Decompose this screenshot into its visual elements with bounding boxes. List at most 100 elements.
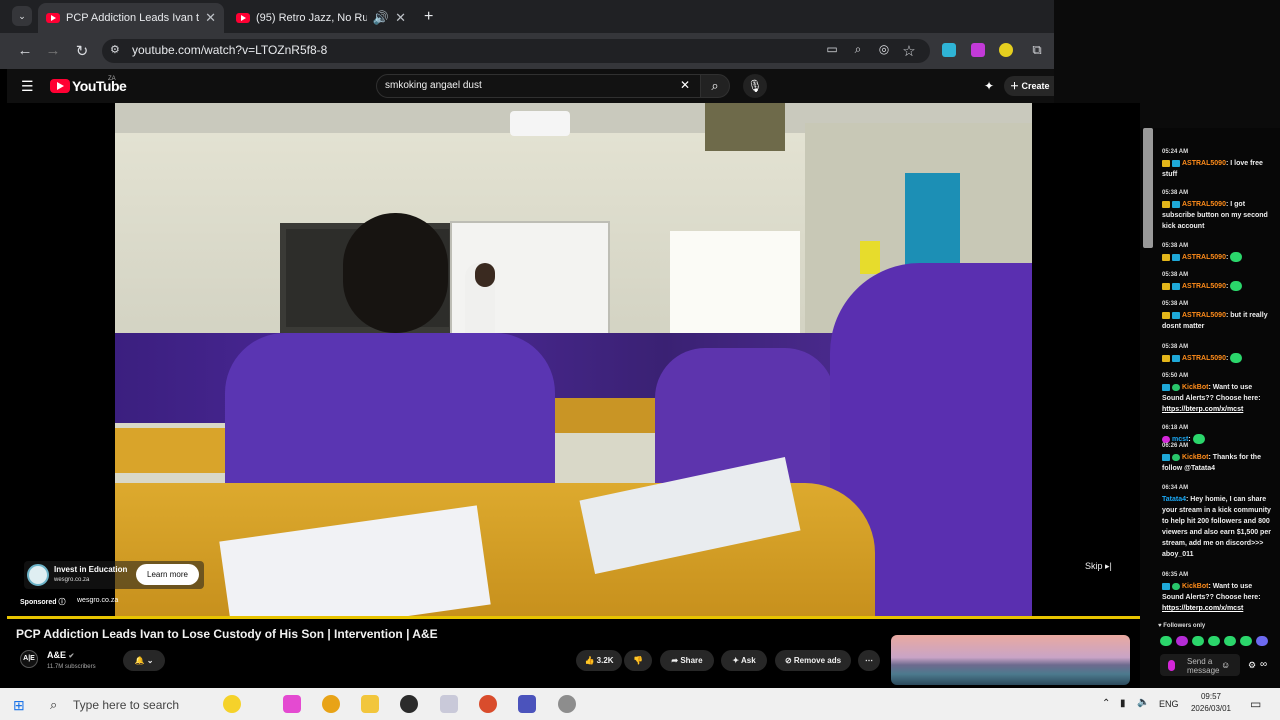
obs-icon[interactable] <box>400 695 418 713</box>
dislike-button[interactable]: 👎 <box>624 650 652 671</box>
chat-username[interactable]: Tatata4 <box>1162 496 1186 503</box>
reload-icon[interactable]: ↻ <box>73 42 91 60</box>
chat-username[interactable]: ASTRAL5090 <box>1182 312 1226 319</box>
back-arrow-icon[interactable]: ← <box>16 42 34 59</box>
input-language[interactable]: ENG <box>1159 699 1179 709</box>
app-icon-1[interactable] <box>283 695 301 713</box>
chat-username[interactable]: ASTRAL5090 <box>1182 283 1226 290</box>
emote-icon[interactable] <box>1224 636 1236 646</box>
settings-icon[interactable]: ⚙ <box>1248 660 1256 671</box>
tab-search-button[interactable]: ⌄ <box>12 6 32 26</box>
tab-title: PCP Addiction Leads Ivan to <box>66 12 200 24</box>
video-progress-bar[interactable] <box>7 616 1140 619</box>
taskbar-search-icon[interactable]: ⌕ <box>50 697 57 713</box>
app-icon-2[interactable] <box>440 695 458 713</box>
teams-icon[interactable] <box>518 695 536 713</box>
youtube-logo-icon[interactable] <box>50 79 70 93</box>
chat-username[interactable]: ASTRAL5090 <box>1182 254 1226 261</box>
channel-avatar[interactable]: A|E <box>20 650 38 668</box>
like-button[interactable]: 👍 3.2K <box>576 650 622 671</box>
menu-hamburger-icon[interactable]: ☰ <box>21 78 34 95</box>
emote-icon[interactable] <box>1208 636 1220 646</box>
bookmark-star-icon[interactable]: ☆ <box>900 42 918 60</box>
video-frame-classroom[interactable] <box>115 103 1032 617</box>
chrome-icon[interactable] <box>322 695 340 713</box>
chat-timestamp: 05:38 AM <box>1162 301 1189 307</box>
window <box>705 103 785 151</box>
chat-text: Hey homie, I can share your stream in a … <box>1162 496 1271 558</box>
taskbar-search-input[interactable]: Type here to search <box>73 698 179 712</box>
extension-icon-3[interactable] <box>999 43 1013 57</box>
file-explorer-icon[interactable] <box>361 695 379 713</box>
extensions-puzzle-icon[interactable]: ⧉ <box>1028 42 1046 58</box>
tray-volume-icon[interactable]: 🔈 <box>1137 697 1149 708</box>
site-info-icon[interactable]: ⚙ <box>110 43 120 56</box>
youtube-logo-text[interactable]: YouTube <box>72 78 127 94</box>
emote-icon[interactable] <box>1192 636 1204 646</box>
chat-username[interactable]: KickBot <box>1182 583 1208 590</box>
sponsored-site[interactable]: wesgro.co.za <box>77 597 118 604</box>
create-button[interactable]: ＋ Create <box>1004 76 1054 96</box>
ad-title[interactable]: Invest in Education <box>54 565 127 574</box>
skip-ad-button[interactable]: Skip ▸| <box>1085 561 1112 572</box>
tools-icon[interactable]: ✦ <box>984 79 994 93</box>
forward-arrow-icon[interactable]: → <box>44 42 62 59</box>
search-icon: ⌕ <box>711 78 719 93</box>
close-tab-icon[interactable]: ✕ <box>395 10 406 26</box>
url-text[interactable]: youtube.com/watch?v=LTOZnR5f8-8 <box>132 43 327 57</box>
remove-ads-button[interactable]: ⊘ Remove ads <box>775 650 851 671</box>
search-button[interactable]: ⌕ <box>700 74 730 98</box>
chat-username[interactable]: ASTRAL5090 <box>1182 201 1226 208</box>
voice-search-mic-icon[interactable]: 🎙 <box>743 74 767 98</box>
tray-chevron-up-icon[interactable]: ⌃ <box>1102 698 1110 709</box>
taskbar-clock[interactable]: 09:57 2026/03/01 <box>1188 691 1234 715</box>
infinity-icon[interactable]: ∞ <box>1260 659 1267 670</box>
chat-username[interactable]: KickBot <box>1182 454 1208 461</box>
crown-badge-icon <box>1162 311 1170 319</box>
chat-username[interactable]: ASTRAL5090 <box>1182 160 1226 167</box>
windows-start-icon[interactable]: ⊞ <box>13 697 25 714</box>
chat-username[interactable]: ASTRAL5090 <box>1182 355 1226 362</box>
chat-scrollbar[interactable] <box>1143 128 1153 248</box>
chat-timestamp: 06:26 AM <box>1162 443 1189 449</box>
search-query-text[interactable]: smkoking angael dust <box>385 80 482 91</box>
chrome-icon-2[interactable] <box>479 695 497 713</box>
chat-link[interactable]: https://bterp.com/x/mcst <box>1162 406 1243 413</box>
tab-active-video[interactable]: PCP Addiction Leads Ivan to ✕ <box>38 3 224 33</box>
chat-link[interactable]: https://bterp.com/x/mcst <box>1162 605 1243 612</box>
followers-only-text: Followers only <box>1163 623 1206 629</box>
emote-icon[interactable] <box>1176 636 1188 646</box>
emote-bar[interactable] <box>1160 636 1278 648</box>
eye-off-icon[interactable]: ◎ <box>875 42 893 56</box>
new-tab-button[interactable]: + <box>424 8 433 26</box>
tab-retro-jazz[interactable]: (95) Retro Jazz, No Rush To 🔊 ✕ <box>228 3 414 33</box>
ask-button[interactable]: ✦ Ask <box>721 650 767 671</box>
skip-label: Skip <box>1085 561 1103 571</box>
emote-icon[interactable] <box>1256 636 1268 646</box>
install-app-icon[interactable]: ▭ <box>823 42 841 56</box>
app-icon-3[interactable] <box>558 695 576 713</box>
projector <box>510 111 570 136</box>
more-actions-button[interactable]: ⋯ <box>858 650 880 671</box>
notification-bell-button[interactable]: 🔔 ⌄ <box>123 650 165 671</box>
extension-icon-2[interactable] <box>971 43 985 57</box>
recommended-video-thumbnail[interactable] <box>891 635 1130 685</box>
tray-usb-icon[interactable]: ▮ <box>1120 698 1126 709</box>
emote-icon[interactable] <box>1240 636 1252 646</box>
extension-icon-1[interactable] <box>942 43 956 57</box>
zoom-icon[interactable]: ⌕ <box>849 42 867 57</box>
emote-icon[interactable] <box>1160 636 1172 646</box>
learn-more-button[interactable]: Learn more <box>136 564 199 585</box>
chat-timestamp: 06:34 AM <box>1162 485 1189 491</box>
speaker-icon[interactable]: 🔊 <box>373 10 389 26</box>
close-tab-icon[interactable]: ✕ <box>205 10 216 26</box>
share-button[interactable]: ➦ Share <box>660 650 714 671</box>
notifications-icon[interactable]: ▭ <box>1250 697 1261 711</box>
chat-username[interactable]: KickBot <box>1182 384 1208 391</box>
info-icon[interactable]: ⓘ <box>59 599 66 606</box>
windows-taskbar <box>0 688 1280 720</box>
channel-name[interactable]: A&E ✔ <box>47 650 74 660</box>
copilot-sparkle-icon[interactable] <box>223 695 241 713</box>
emoji-icon[interactable]: ☺ <box>1221 660 1230 670</box>
clear-search-icon[interactable]: ✕ <box>680 78 690 92</box>
